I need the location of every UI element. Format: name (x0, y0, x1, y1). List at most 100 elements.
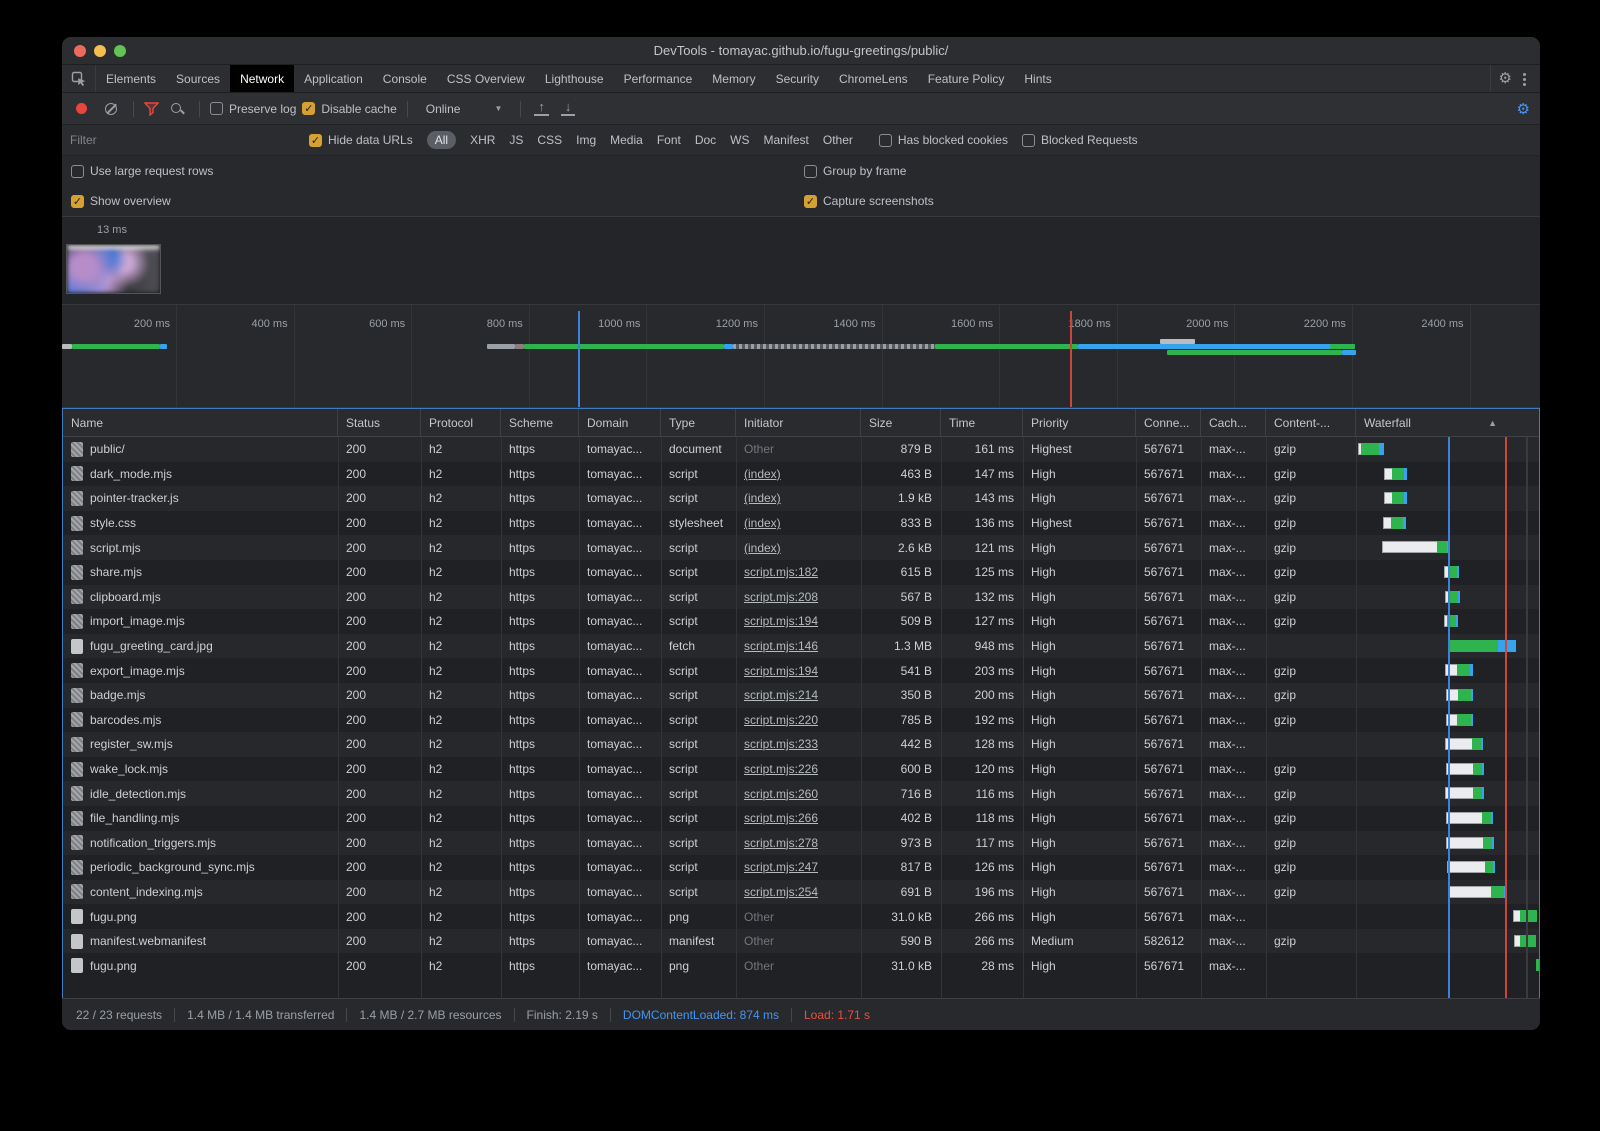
blocked-requests-checkbox[interactable] (1022, 134, 1035, 147)
column-header-conne[interactable]: Conne... (1136, 409, 1201, 436)
tab-sources[interactable]: Sources (166, 65, 230, 92)
column-header-scheme[interactable]: Scheme (501, 409, 579, 436)
throttling-dropdown[interactable]: Online ▼ (418, 102, 511, 116)
tab-lighthouse[interactable]: Lighthouse (535, 65, 614, 92)
table-row[interactable]: public/200h2httpstomayac...documentOther… (63, 437, 1539, 462)
type-filter-manifest[interactable]: Manifest (764, 133, 809, 147)
use-large-request-rows-option[interactable]: Use large request rows (62, 164, 795, 178)
tab-application[interactable]: Application (294, 65, 373, 92)
tab-memory[interactable]: Memory (702, 65, 765, 92)
tab-performance[interactable]: Performance (614, 65, 703, 92)
table-row[interactable]: clipboard.mjs200h2httpstomayac...scripts… (63, 585, 1539, 610)
table-row[interactable]: manifest.webmanifest200h2httpstomayac...… (63, 929, 1539, 954)
type-filter-all[interactable]: All (427, 131, 456, 149)
initiator-link[interactable]: script.mjs:214 (744, 688, 818, 702)
search-icon[interactable] (170, 102, 184, 116)
preserve-log-option[interactable]: Preserve log (210, 102, 296, 116)
initiator-link[interactable]: (index) (744, 516, 781, 530)
type-filter-ws[interactable]: WS (730, 133, 749, 147)
tab-network[interactable]: Network (230, 65, 294, 92)
show-overview-checkbox[interactable] (71, 195, 84, 208)
hide-data-urls-option[interactable]: Hide data URLs (309, 133, 413, 147)
has-blocked-cookies-option[interactable]: Has blocked cookies (879, 133, 1008, 147)
use-large-request-rows-checkbox[interactable] (71, 165, 84, 178)
import-har-icon[interactable]: ↑ (534, 101, 549, 116)
table-row[interactable]: wake_lock.mjs200h2httpstomayac...scripts… (63, 757, 1539, 782)
initiator-link[interactable]: script.mjs:146 (744, 639, 818, 653)
record-network-log-button[interactable] (76, 103, 87, 114)
table-row[interactable]: fugu.png200h2httpstomayac...pngOther31.0… (63, 953, 1539, 978)
show-overview-option[interactable]: Show overview (62, 194, 795, 208)
type-filter-other[interactable]: Other (823, 133, 853, 147)
type-filter-doc[interactable]: Doc (695, 133, 716, 147)
table-row[interactable]: fugu_greeting_card.jpg200h2httpstomayac.… (63, 634, 1539, 659)
table-row[interactable]: periodic_background_sync.mjs200h2httpsto… (63, 855, 1539, 880)
table-row[interactable]: register_sw.mjs200h2httpstomayac...scrip… (63, 732, 1539, 757)
capture-screenshots-option[interactable]: Capture screenshots (795, 194, 1540, 208)
type-filter-css[interactable]: CSS (537, 133, 562, 147)
screenshot-thumbnail[interactable] (66, 244, 161, 294)
settings-gear-icon[interactable]: ⚙ (1499, 71, 1512, 86)
column-header-initiator[interactable]: Initiator (736, 409, 861, 436)
type-filter-xhr[interactable]: XHR (470, 133, 495, 147)
column-header-content[interactable]: Content-... (1266, 409, 1356, 436)
column-header-waterfall[interactable]: Waterfall▲ (1356, 409, 1539, 436)
inspect-element-button[interactable] (62, 65, 96, 92)
network-overview-timeline[interactable]: 200 ms400 ms600 ms800 ms1000 ms1200 ms14… (62, 305, 1540, 408)
table-row[interactable]: import_image.mjs200h2httpstomayac...scri… (63, 609, 1539, 634)
initiator-link[interactable]: script.mjs:226 (744, 762, 818, 776)
initiator-link[interactable]: (index) (744, 541, 781, 555)
initiator-link[interactable]: (index) (744, 467, 781, 481)
filter-input[interactable] (70, 133, 295, 147)
preserve-log-checkbox[interactable] (210, 102, 223, 115)
network-settings-gear-icon[interactable]: ⚙ (1517, 100, 1530, 118)
table-row[interactable]: fugu.png200h2httpstomayac...pngOther31.0… (63, 904, 1539, 929)
group-by-frame-option[interactable]: Group by frame (795, 164, 1540, 178)
column-header-priority[interactable]: Priority (1023, 409, 1136, 436)
more-options-kebab-icon[interactable] (1516, 71, 1532, 87)
initiator-link[interactable]: (index) (744, 491, 781, 505)
disable-cache-checkbox[interactable] (302, 102, 315, 115)
capture-screenshots-checkbox[interactable] (804, 195, 817, 208)
group-by-frame-checkbox[interactable] (804, 165, 817, 178)
disable-cache-option[interactable]: Disable cache (302, 102, 396, 116)
hide-data-urls-checkbox[interactable] (309, 134, 322, 147)
initiator-link[interactable]: script.mjs:254 (744, 885, 818, 899)
table-row[interactable]: script.mjs200h2httpstomayac...script(ind… (63, 535, 1539, 560)
column-header-time[interactable]: Time (941, 409, 1023, 436)
type-filter-img[interactable]: Img (576, 133, 596, 147)
table-row[interactable]: style.css200h2httpstomayac...stylesheet(… (63, 511, 1539, 536)
initiator-link[interactable]: script.mjs:194 (744, 614, 818, 628)
export-har-icon[interactable]: ↓ (561, 101, 576, 116)
column-header-domain[interactable]: Domain (579, 409, 661, 436)
table-row[interactable]: share.mjs200h2httpstomayac...scriptscrip… (63, 560, 1539, 585)
table-row[interactable]: idle_detection.mjs200h2httpstomayac...sc… (63, 781, 1539, 806)
column-header-cach[interactable]: Cach... (1201, 409, 1266, 436)
table-row[interactable]: notification_triggers.mjs200h2httpstomay… (63, 831, 1539, 856)
blocked-requests-option[interactable]: Blocked Requests (1022, 133, 1138, 147)
type-filter-font[interactable]: Font (657, 133, 681, 147)
type-filter-media[interactable]: Media (610, 133, 643, 147)
initiator-link[interactable]: script.mjs:194 (744, 664, 818, 678)
initiator-link[interactable]: script.mjs:260 (744, 787, 818, 801)
tab-feature-policy[interactable]: Feature Policy (918, 65, 1015, 92)
tab-console[interactable]: Console (373, 65, 437, 92)
filter-icon[interactable] (144, 102, 159, 116)
clear-network-log-icon[interactable] (105, 103, 117, 115)
initiator-link[interactable]: script.mjs:247 (744, 860, 818, 874)
initiator-link[interactable]: script.mjs:182 (744, 565, 818, 579)
column-header-protocol[interactable]: Protocol (421, 409, 501, 436)
column-header-size[interactable]: Size (861, 409, 941, 436)
initiator-link[interactable]: script.mjs:208 (744, 590, 818, 604)
initiator-link[interactable]: script.mjs:266 (744, 811, 818, 825)
has-blocked-cookies-checkbox[interactable] (879, 134, 892, 147)
initiator-link[interactable]: script.mjs:233 (744, 737, 818, 751)
tab-elements[interactable]: Elements (96, 65, 166, 92)
column-header-type[interactable]: Type (661, 409, 736, 436)
table-row[interactable]: badge.mjs200h2httpstomayac...scriptscrip… (63, 683, 1539, 708)
tab-security[interactable]: Security (766, 65, 829, 92)
tab-hints[interactable]: Hints (1014, 65, 1061, 92)
table-row[interactable]: dark_mode.mjs200h2httpstomayac...script(… (63, 462, 1539, 487)
column-header-status[interactable]: Status (338, 409, 421, 436)
tab-css-overview[interactable]: CSS Overview (437, 65, 535, 92)
